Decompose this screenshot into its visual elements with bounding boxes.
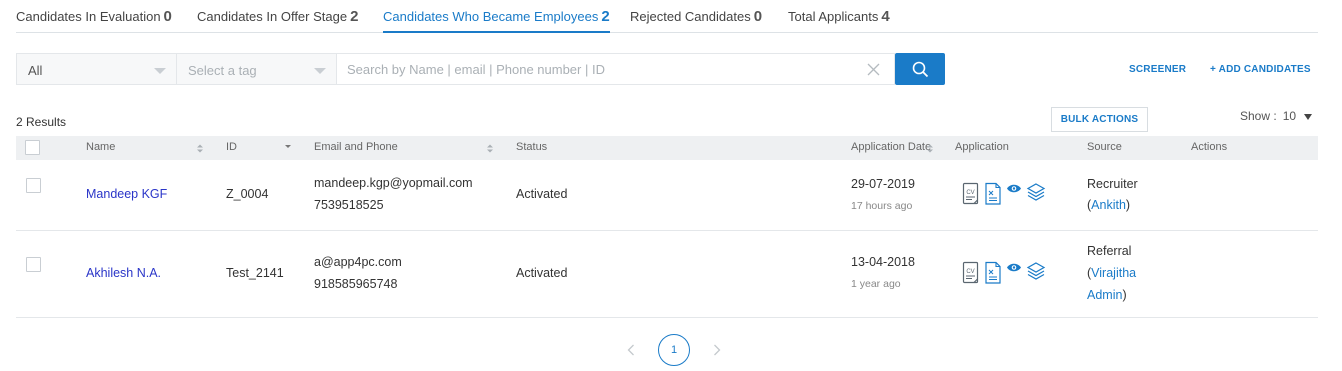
header-application-date[interactable]: Application Date — [851, 141, 931, 153]
source-name-link-cont[interactable]: Admin — [1087, 288, 1122, 302]
page-number-button[interactable]: 1 — [658, 334, 690, 366]
page-size-label: Show : — [1240, 109, 1277, 123]
sort-icon[interactable] — [197, 144, 203, 153]
candidate-name-link[interactable]: Mandeep KGF — [86, 187, 167, 201]
screener-button[interactable]: SCREENER — [1129, 64, 1186, 75]
candidate-id: Test_2141 — [226, 266, 284, 280]
pagination: 1 — [624, 334, 724, 366]
candidate-email: mandeep.kgp@yopmail.com — [314, 176, 473, 190]
status-select-value: All — [28, 63, 43, 78]
candidate-name-link[interactable]: Akhilesh N.A. — [86, 266, 161, 280]
layers-icon[interactable] — [1026, 261, 1046, 284]
tab-total-applicants[interactable]: Total Applicants 4 — [788, 8, 890, 25]
tab-label: Candidates In Offer Stage — [197, 9, 348, 24]
tab-label: Candidates Who Became Employees — [383, 9, 599, 24]
tag-select[interactable]: Select a tag — [177, 53, 337, 85]
chevron-right-icon — [714, 344, 721, 356]
bulk-actions-button[interactable]: BULK ACTIONS — [1051, 107, 1148, 132]
application-date: 29-07-2019 — [851, 177, 915, 191]
caret-down-icon — [1304, 113, 1313, 120]
application-icons: CV — [962, 261, 1050, 288]
application-date-relative: 17 hours ago — [851, 200, 913, 212]
chevron-left-icon — [627, 344, 634, 356]
tab-count: 0 — [163, 8, 172, 25]
prev-page-button[interactable] — [624, 343, 638, 357]
header-actions: Actions — [1191, 141, 1228, 153]
candidate-status: Activated — [516, 266, 568, 280]
tag-select-placeholder: Select a tag — [188, 63, 257, 78]
search-button[interactable] — [895, 53, 945, 85]
eye-icon[interactable] — [1006, 262, 1022, 276]
candidate-tabs: Candidates In Evaluation 0 Candidates In … — [16, 0, 1318, 33]
application-date: 13-04-2018 — [851, 255, 915, 269]
tab-count: 2 — [350, 8, 359, 25]
header-name[interactable]: Name — [86, 141, 115, 153]
source-type: Recruiter — [1087, 177, 1138, 191]
clear-icon[interactable] — [867, 63, 880, 76]
svg-text:CV: CV — [966, 190, 974, 196]
tab-label: Rejected Candidates — [630, 9, 751, 24]
candidate-status: Activated — [516, 187, 568, 201]
status-select[interactable]: All — [16, 53, 177, 85]
sort-desc-icon[interactable] — [285, 143, 291, 152]
application-date-relative: 1 year ago — [851, 278, 901, 290]
source-type: Referral — [1087, 244, 1132, 258]
table-row: Mandeep KGF Z_0004 mandeep.kgp@yopmail.c… — [16, 160, 1318, 231]
tab-label: Total Applicants — [788, 9, 879, 24]
source-close-paren: ) — [1122, 288, 1127, 302]
tab-became-employees[interactable]: Candidates Who Became Employees 2 — [383, 8, 610, 33]
cv-icon[interactable]: CV — [962, 182, 980, 209]
table-row: Akhilesh N.A. Test_2141 a@app4pc.com 918… — [16, 231, 1318, 318]
tab-offer-stage[interactable]: Candidates In Offer Stage 2 — [197, 8, 358, 25]
row-checkbox[interactable] — [26, 257, 41, 272]
page-size-value: 10 — [1282, 109, 1297, 123]
page-size-select[interactable]: Show : 10 — [1240, 109, 1313, 123]
source-detail-cont: Admin) — [1087, 288, 1127, 302]
search-icon — [912, 61, 928, 77]
source-name-link[interactable]: Ankith — [1091, 198, 1126, 212]
document-icon[interactable] — [984, 261, 1002, 288]
header-email-phone[interactable]: Email and Phone — [314, 141, 398, 153]
source-detail: (Virajitha — [1087, 266, 1136, 280]
application-icons: CV — [962, 182, 1050, 209]
results-count: 2 Results — [16, 115, 67, 129]
tab-label: Candidates In Evaluation — [16, 9, 161, 24]
chevron-down-icon — [314, 68, 326, 74]
add-candidates-button[interactable]: + ADD CANDIDATES — [1210, 64, 1311, 75]
tab-count: 2 — [601, 8, 610, 25]
candidate-email: a@app4pc.com — [314, 255, 402, 269]
select-all-checkbox[interactable] — [25, 140, 40, 155]
chevron-down-icon — [154, 68, 166, 74]
next-page-button[interactable] — [710, 343, 724, 357]
candidate-phone: 7539518525 — [314, 198, 384, 212]
tab-rejected[interactable]: Rejected Candidates 0 — [630, 8, 762, 25]
svg-text:CV: CV — [966, 269, 974, 275]
candidate-id: Z_0004 — [226, 187, 269, 201]
source-name-link[interactable]: Virajitha — [1091, 266, 1136, 280]
header-source: Source — [1087, 141, 1122, 153]
search-box — [337, 53, 895, 85]
header-id[interactable]: ID — [226, 141, 237, 153]
layers-icon[interactable] — [1026, 182, 1046, 205]
document-icon[interactable] — [984, 182, 1002, 209]
tab-count: 0 — [753, 8, 763, 25]
eye-icon[interactable] — [1006, 183, 1022, 197]
cv-icon[interactable]: CV — [962, 261, 980, 288]
header-application: Application — [955, 141, 1009, 153]
search-input[interactable] — [337, 54, 857, 84]
source-detail: (Ankith) — [1087, 198, 1130, 212]
filter-bar: All Select a tag — [16, 53, 945, 85]
source-close-paren: ) — [1125, 198, 1131, 212]
sort-icon[interactable] — [487, 144, 493, 153]
tab-count: 4 — [881, 8, 890, 25]
candidate-phone: 918585965748 — [314, 277, 398, 291]
tab-in-evaluation[interactable]: Candidates In Evaluation 0 — [16, 8, 172, 25]
table-header: Name ID Email and Phone Status Applicati… — [16, 136, 1318, 160]
sort-icon[interactable] — [927, 144, 933, 153]
row-checkbox[interactable] — [26, 178, 41, 193]
header-status: Status — [516, 141, 548, 153]
